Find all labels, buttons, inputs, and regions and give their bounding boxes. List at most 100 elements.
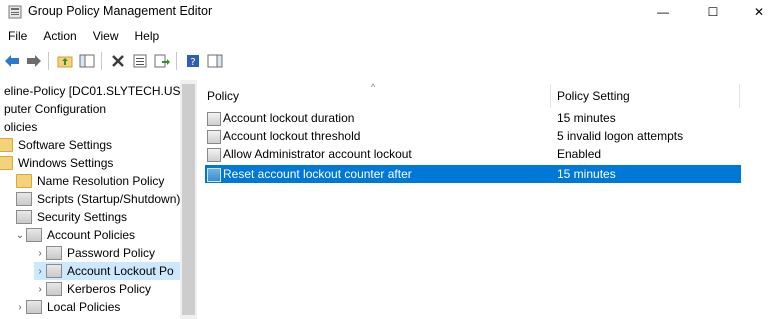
chevron-down-icon[interactable]: ⌄ [14, 230, 26, 241]
tree-label: Security Settings [37, 210, 128, 224]
tree-windows-settings[interactable]: Windows Settings [0, 154, 113, 172]
menu-help[interactable]: Help [127, 26, 168, 46]
back-arrow-icon [5, 55, 19, 67]
delete-button[interactable] [108, 51, 128, 71]
list-item-selected[interactable]: Reset account lockout counter after 15 m… [205, 165, 741, 183]
tree-label: Local Policies [47, 300, 121, 314]
policy-name: Account lockout duration [223, 111, 355, 125]
close-icon: ✕ [753, 5, 765, 19]
action-pane-icon [207, 54, 223, 68]
menu-action[interactable]: Action [35, 26, 84, 46]
tree-password-policy[interactable]: › Password Policy [34, 244, 155, 262]
tree-security-settings[interactable]: Security Settings [16, 208, 127, 226]
tree-policies[interactable]: olicies [4, 118, 37, 136]
column-header-row: ^ Policy Policy Setting [199, 82, 778, 108]
policy-folder-icon [26, 300, 42, 314]
maximize-button[interactable]: ☐ [690, 0, 736, 24]
tree-label: Name Resolution Policy [37, 174, 165, 188]
scrollbar-thumb[interactable] [182, 84, 195, 315]
tree-label: Account Lockout Po [67, 264, 174, 278]
menu-bar: File Action View Help [0, 26, 167, 46]
tree-label: puter Configuration [4, 102, 107, 116]
policy-setting-value: 5 invalid logon attempts [557, 129, 684, 143]
tree-name-resolution-policy[interactable]: Name Resolution Policy [16, 172, 164, 190]
policy-folder-icon [46, 246, 62, 260]
tree-label: Account Policies [47, 228, 136, 242]
policy-name: Reset account lockout counter after [223, 167, 412, 181]
chevron-right-icon[interactable]: › [34, 266, 46, 277]
tree-label: eline-Policy [DC01.SLYTECH.US] P [4, 84, 181, 98]
properties-button[interactable] [130, 51, 150, 71]
title-bar: Group Policy Management Editor — ☐ ✕ [0, 0, 778, 24]
folder-icon [16, 174, 32, 188]
policy-setting-value: 15 minutes [557, 111, 616, 125]
column-divider[interactable] [739, 84, 740, 108]
menu-file[interactable]: File [0, 26, 35, 46]
tree-scrollbar[interactable] [180, 80, 197, 319]
scripts-icon [16, 192, 32, 206]
console-tree[interactable]: eline-Policy [DC01.SLYTECH.US] P puter C… [0, 80, 181, 319]
tree-label: olicies [4, 120, 38, 134]
chevron-right-icon[interactable]: › [34, 284, 46, 295]
list-item[interactable]: Allow Administrator account lockout Enab… [205, 145, 741, 163]
tree-label: Password Policy [67, 246, 156, 260]
gpo-app-icon [8, 5, 22, 19]
policy-setting-value: 15 minutes [557, 167, 616, 181]
toolbar-separator [48, 52, 49, 70]
policy-setting-icon [207, 168, 221, 182]
policy-setting-icon [207, 112, 221, 126]
up-level-button[interactable] [55, 51, 75, 71]
column-divider[interactable] [550, 84, 551, 108]
policy-setting-icon [207, 130, 221, 144]
console-tree-icon [79, 54, 95, 68]
forward-button[interactable] [24, 51, 44, 71]
close-button[interactable]: ✕ [736, 0, 778, 24]
help-icon: ? [187, 55, 199, 68]
tree-account-lockout-policy[interactable]: › Account Lockout Po [34, 262, 180, 280]
security-settings-icon [16, 210, 32, 224]
policy-name: Account lockout threshold [223, 129, 361, 143]
tree-local-policies[interactable]: › Local Policies [14, 298, 120, 316]
toolbar-separator [176, 52, 177, 70]
maximize-icon: ☐ [707, 5, 719, 19]
export-list-icon [154, 54, 170, 68]
policy-folder-icon [26, 228, 42, 242]
details-pane: ^ Policy Policy Setting Account lockout … [199, 80, 778, 319]
tree-scripts[interactable]: Scripts (Startup/Shutdown) [16, 190, 180, 208]
menu-view[interactable]: View [85, 26, 127, 46]
folder-icon [0, 138, 13, 152]
window-title: Group Policy Management Editor [28, 4, 213, 18]
tree-software-settings[interactable]: Software Settings [0, 136, 112, 154]
toolbar-separator [101, 52, 102, 70]
column-header-policy[interactable]: Policy [207, 89, 239, 103]
export-list-button[interactable] [152, 51, 172, 71]
tree-account-policies[interactable]: ⌄ Account Policies [14, 226, 135, 244]
help-button[interactable]: ? [183, 51, 203, 71]
column-header-policy-setting[interactable]: Policy Setting [557, 89, 630, 103]
minimize-button[interactable]: — [640, 0, 686, 24]
show-hide-tree-button[interactable] [77, 51, 97, 71]
back-button[interactable] [2, 51, 22, 71]
folder-icon [0, 156, 13, 170]
tree-label: Kerberos Policy [67, 282, 152, 296]
folder-up-icon [57, 56, 73, 68]
tree-computer-configuration[interactable]: puter Configuration [4, 100, 106, 118]
delete-x-icon [112, 55, 124, 67]
tree-label: Scripts (Startup/Shutdown) [37, 192, 181, 206]
chevron-right-icon[interactable]: › [34, 248, 46, 259]
list-item[interactable]: Account lockout threshold 5 invalid logo… [205, 127, 741, 145]
tree-kerberos-policy[interactable]: › Kerberos Policy [34, 280, 151, 298]
toolbar: ? [0, 48, 778, 74]
minimize-icon: — [657, 5, 669, 19]
list-item[interactable]: Account lockout duration 15 minutes [205, 109, 741, 127]
show-action-pane-button[interactable] [205, 51, 225, 71]
svg-text:?: ? [190, 57, 195, 68]
chevron-right-icon[interactable]: › [14, 302, 26, 313]
policy-name: Allow Administrator account lockout [223, 147, 412, 161]
sort-ascending-icon: ^ [371, 82, 376, 92]
tree-root[interactable]: eline-Policy [DC01.SLYTECH.US] P [4, 82, 181, 100]
properties-icon [133, 54, 147, 68]
policy-setting-icon [207, 148, 221, 162]
forward-arrow-icon [27, 55, 41, 67]
policy-setting-value: Enabled [557, 147, 602, 161]
